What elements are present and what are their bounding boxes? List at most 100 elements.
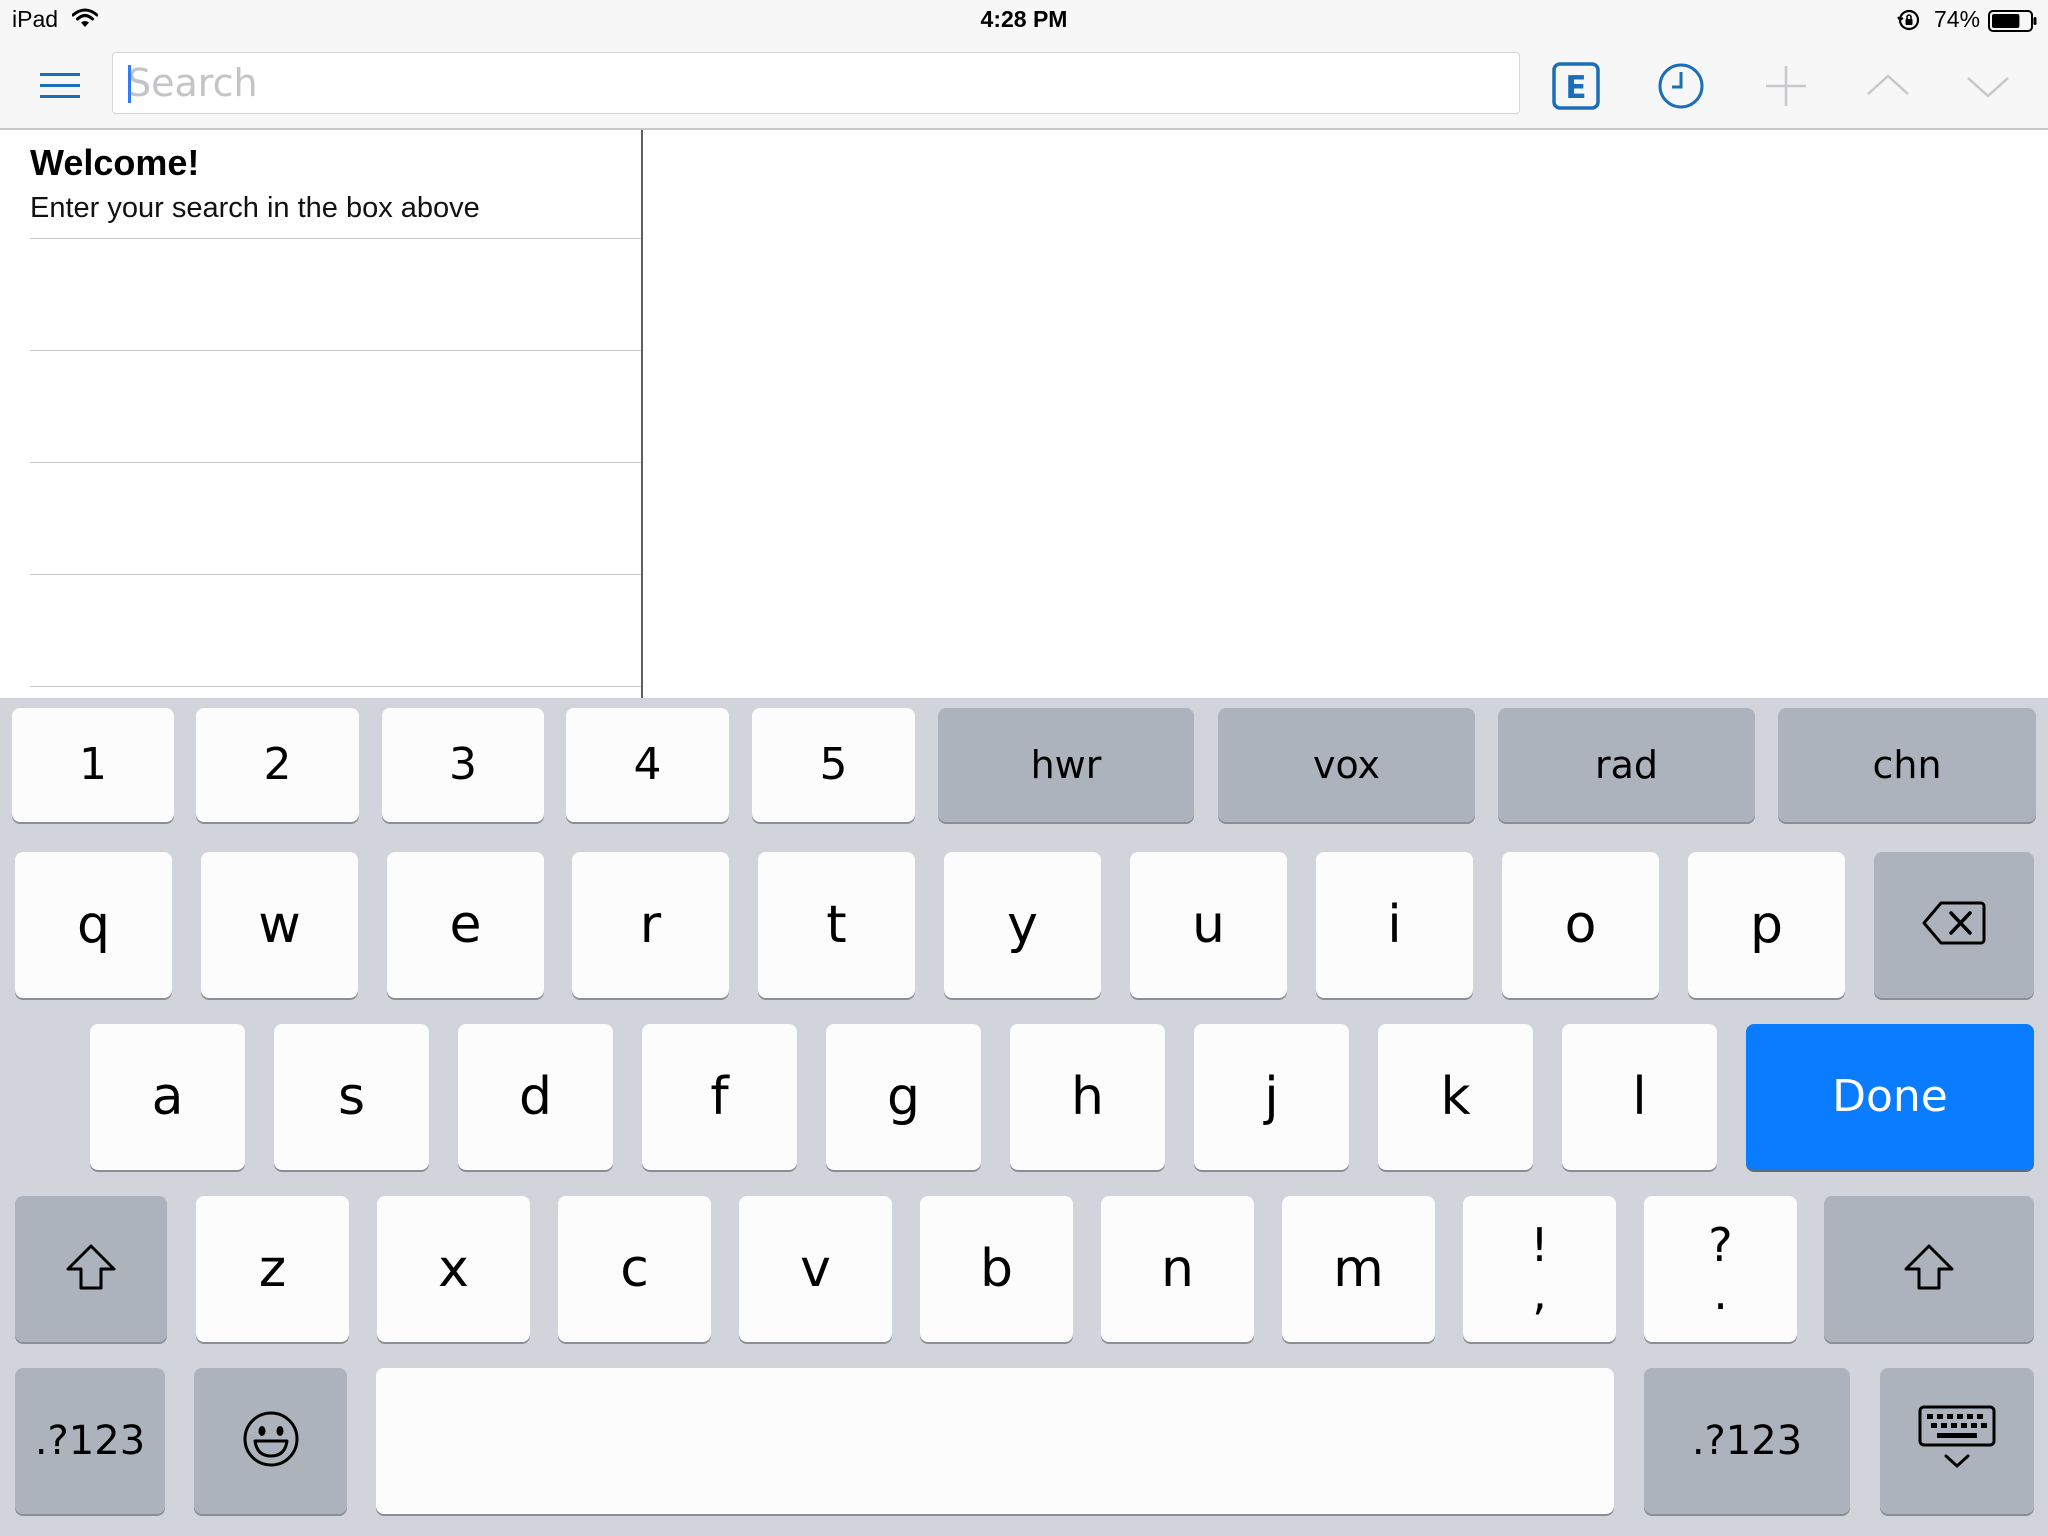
list-divider xyxy=(30,574,641,575)
key-y[interactable]: y xyxy=(944,852,1101,998)
key-g[interactable]: g xyxy=(826,1024,981,1170)
key-f[interactable]: f xyxy=(642,1024,797,1170)
shift-icon xyxy=(64,1242,118,1296)
key-rad[interactable]: rad xyxy=(1498,708,1755,822)
key-z[interactable]: z xyxy=(196,1196,349,1342)
keyboard: 1 2 3 4 5 hwr vox rad chn q w e r t y u … xyxy=(0,698,2048,1536)
key-label: l xyxy=(1632,1067,1647,1127)
key-label: k xyxy=(1440,1067,1471,1127)
key-p[interactable]: p xyxy=(1688,852,1845,998)
key-label: f xyxy=(710,1067,729,1127)
history-clock-icon[interactable] xyxy=(1655,60,1707,112)
key-label: 4 xyxy=(633,739,662,790)
chevron-down-icon[interactable] xyxy=(1962,60,2014,112)
key-i[interactable]: i xyxy=(1316,852,1473,998)
key-label: o xyxy=(1564,895,1597,955)
rotation-lock-icon xyxy=(1897,8,1921,37)
key-label: s xyxy=(337,1067,366,1127)
key-h[interactable]: h xyxy=(1010,1024,1165,1170)
key-a[interactable]: a xyxy=(90,1024,245,1170)
e-dictionary-icon[interactable]: E xyxy=(1550,60,1602,112)
backspace-icon xyxy=(1921,899,1987,951)
results-list: Welcome! Enter your search in the box ab… xyxy=(0,130,643,698)
key-label: Done xyxy=(1832,1071,1948,1122)
key-3[interactable]: 3 xyxy=(382,708,544,822)
key-t[interactable]: t xyxy=(758,852,915,998)
keyboard-dismiss-icon xyxy=(1917,1404,1997,1478)
key-label: m xyxy=(1333,1239,1384,1299)
key-k[interactable]: k xyxy=(1378,1024,1533,1170)
key-label-top: ! xyxy=(1530,1218,1549,1272)
keyboard-dismiss-key[interactable] xyxy=(1880,1368,2034,1514)
key-label: b xyxy=(979,1239,1013,1299)
key-question-period[interactable]: ? . xyxy=(1644,1196,1797,1342)
key-label: h xyxy=(1071,1067,1104,1127)
key-v[interactable]: v xyxy=(739,1196,892,1342)
done-button[interactable]: Done xyxy=(1746,1024,2034,1170)
list-divider xyxy=(30,686,641,687)
key-label: e xyxy=(449,895,482,955)
key-label: n xyxy=(1161,1239,1194,1299)
key-2[interactable]: 2 xyxy=(196,708,359,822)
key-label-bottom: . xyxy=(1713,1266,1728,1320)
search-input[interactable] xyxy=(113,53,1519,113)
key-label: i xyxy=(1387,895,1402,955)
key-label: p xyxy=(1749,895,1783,955)
menu-icon[interactable] xyxy=(38,64,84,106)
key-label: w xyxy=(258,895,301,955)
welcome-title: Welcome! xyxy=(30,142,200,183)
backspace-key[interactable] xyxy=(1874,852,2034,998)
key-1[interactable]: 1 xyxy=(12,708,174,822)
key-e[interactable]: e xyxy=(387,852,544,998)
key-label: c xyxy=(620,1239,649,1299)
numbers-key-left[interactable]: .?123 xyxy=(15,1368,165,1514)
key-label: u xyxy=(1192,895,1225,955)
battery-icon xyxy=(1988,10,2038,37)
key-hwr[interactable]: hwr xyxy=(938,708,1194,822)
key-label: 3 xyxy=(449,739,477,790)
key-4[interactable]: 4 xyxy=(566,708,729,822)
key-m[interactable]: m xyxy=(1282,1196,1435,1342)
key-n[interactable]: n xyxy=(1101,1196,1254,1342)
key-o[interactable]: o xyxy=(1502,852,1659,998)
e-badge-label: E xyxy=(1565,70,1586,106)
key-r[interactable]: r xyxy=(572,852,729,998)
key-label: rad xyxy=(1594,743,1659,787)
key-b[interactable]: b xyxy=(920,1196,1073,1342)
key-label: 2 xyxy=(263,739,292,790)
add-icon[interactable] xyxy=(1760,60,1812,112)
key-label: y xyxy=(1007,895,1038,955)
key-5[interactable]: 5 xyxy=(752,708,915,822)
key-w[interactable]: w xyxy=(201,852,358,998)
clock: 4:28 PM xyxy=(980,6,1068,32)
shift-key-right[interactable] xyxy=(1824,1196,2034,1342)
chevron-up-icon[interactable] xyxy=(1862,60,1914,112)
key-chn[interactable]: chn xyxy=(1778,708,2036,822)
search-box[interactable] xyxy=(112,52,1520,114)
key-label: j xyxy=(1264,1067,1279,1127)
list-divider xyxy=(30,238,641,239)
key-label: a xyxy=(151,1067,184,1127)
key-d[interactable]: d xyxy=(458,1024,613,1170)
key-q[interactable]: q xyxy=(15,852,172,998)
key-c[interactable]: c xyxy=(558,1196,711,1342)
emoji-key[interactable] xyxy=(194,1368,347,1514)
key-j[interactable]: j xyxy=(1194,1024,1349,1170)
numbers-key-right[interactable]: .?123 xyxy=(1644,1368,1850,1514)
list-divider xyxy=(30,462,641,463)
key-x[interactable]: x xyxy=(377,1196,530,1342)
key-label: .?123 xyxy=(1691,1418,1803,1464)
shift-key-left[interactable] xyxy=(15,1196,167,1342)
key-s[interactable]: s xyxy=(274,1024,429,1170)
key-label-bottom: , xyxy=(1532,1266,1547,1320)
key-label: 1 xyxy=(79,739,107,790)
key-l[interactable]: l xyxy=(1562,1024,1717,1170)
key-label: d xyxy=(518,1067,552,1127)
key-label: 5 xyxy=(819,739,848,790)
key-label-top: ? xyxy=(1708,1218,1733,1272)
key-u[interactable]: u xyxy=(1130,852,1287,998)
key-vox[interactable]: vox xyxy=(1218,708,1475,822)
space-bar[interactable] xyxy=(376,1368,1614,1514)
list-divider xyxy=(30,350,641,351)
key-exclamation-comma[interactable]: ! , xyxy=(1463,1196,1616,1342)
